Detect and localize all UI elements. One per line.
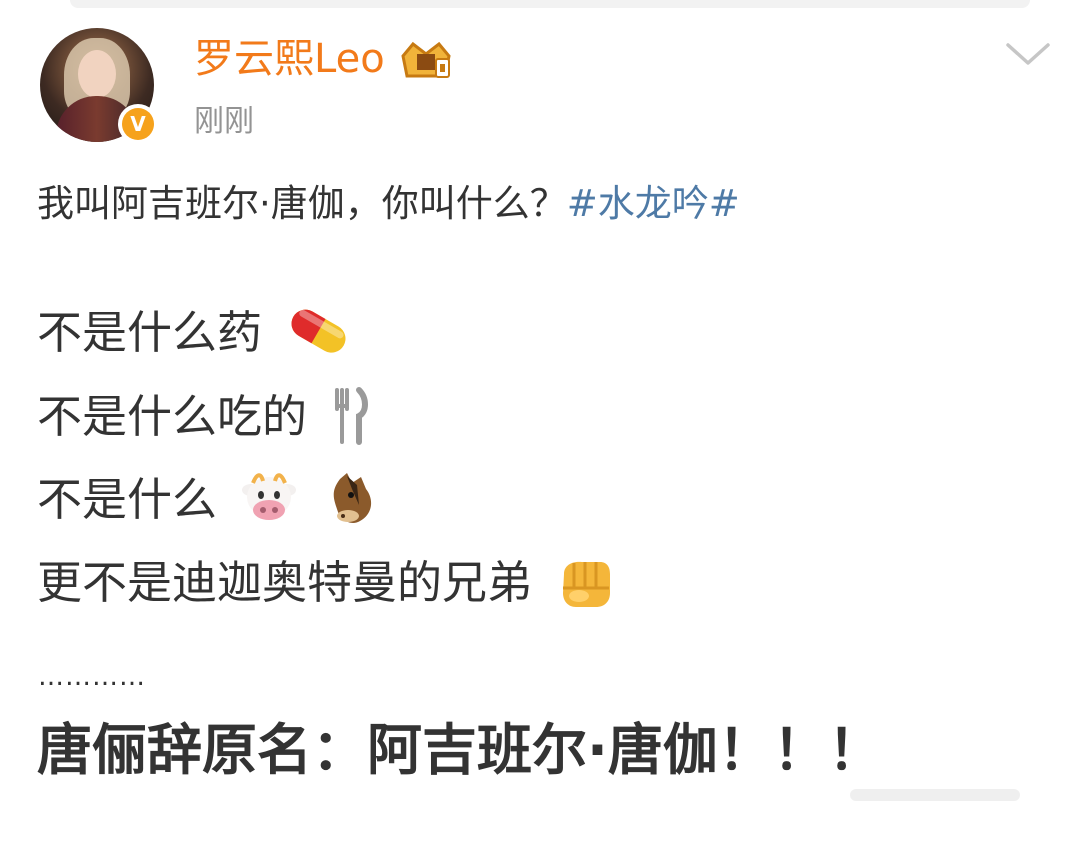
oncoming-fist-icon <box>563 561 611 607</box>
v-badge-icon: V <box>122 108 154 140</box>
pill-icon <box>291 309 346 353</box>
post-intro-line: 我叫阿吉班尔·唐伽，你叫什么？#水龙吟# <box>37 179 740 229</box>
final-line: 唐俪辞原名：阿吉班尔·唐伽！！！ <box>37 718 883 782</box>
crown-icon <box>401 41 451 78</box>
top-card-edge <box>70 0 1030 8</box>
chevron-down-icon[interactable] <box>1004 38 1052 68</box>
author-name[interactable]: 罗云熙Leo <box>194 31 385 87</box>
post-line-food: 不是什么吃的 <box>37 386 371 450</box>
line-text: 更不是迪迦奥特曼的兄弟 <box>37 556 533 609</box>
line-text: 不是什么吃的 <box>37 390 308 443</box>
watermark-bar <box>850 789 1020 801</box>
horse-face-icon <box>333 473 371 523</box>
fork-knife-icon <box>335 387 369 445</box>
author-row: 罗云熙Leo <box>194 31 455 87</box>
post-line-animals: 不是什么 <box>37 469 382 531</box>
cow-face-icon <box>242 473 297 520</box>
post-time: 刚刚 <box>194 104 254 139</box>
post-line-brother: 更不是迪迦奥特曼的兄弟 <box>37 552 614 614</box>
verified-badge: V <box>118 104 158 144</box>
line-text: 不是什么 <box>37 473 218 526</box>
dots-separator: ………… <box>38 662 146 692</box>
post-line-medicine: 不是什么药 <box>37 302 352 364</box>
post-intro-text: 我叫阿吉班尔·唐伽，你叫什么？ <box>37 182 567 225</box>
avatar-face <box>78 50 116 98</box>
line-text: 不是什么药 <box>37 306 263 359</box>
hashtag-link[interactable]: #水龙吟# <box>567 182 740 225</box>
